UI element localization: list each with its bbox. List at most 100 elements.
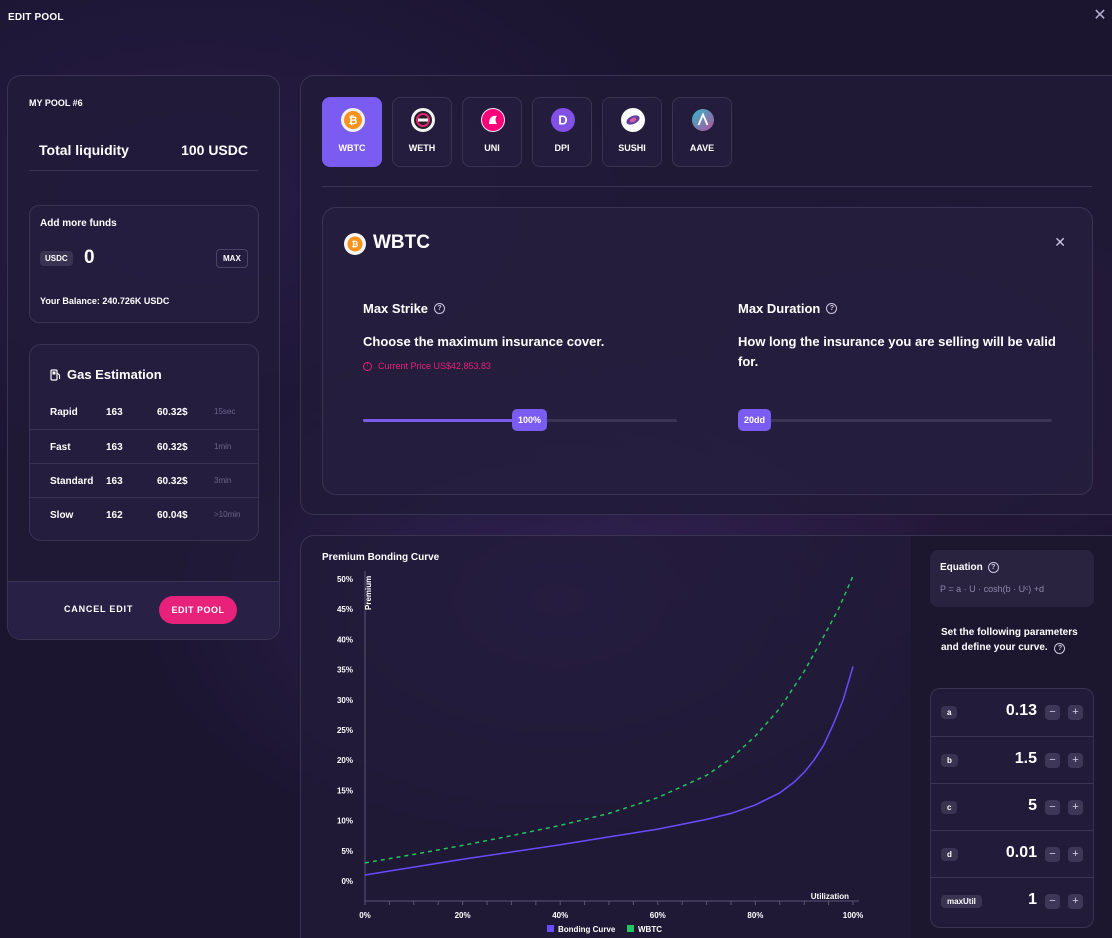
help-icon[interactable]: ? — [987, 562, 999, 573]
max-strike-description: Choose the maximum insurance cover. — [363, 334, 605, 349]
plus-icon[interactable]: + — [1068, 800, 1083, 815]
tab-weth[interactable]: WETH — [392, 97, 452, 167]
pool-name: MY POOL #6 — [29, 98, 83, 108]
minus-icon[interactable]: − — [1045, 705, 1060, 720]
param-row-d: d 0.01 − + — [931, 830, 1093, 877]
uni-icon — [481, 108, 505, 132]
tab-label: SUSHI — [618, 143, 646, 153]
current-price-text: Current Price US$42,853.83 — [378, 361, 492, 371]
footer-actions: CANCEL EDIT EDIT POOL — [8, 581, 279, 639]
cancel-edit-button[interactable]: CANCEL EDIT — [64, 604, 133, 614]
gas-speed: Rapid — [50, 407, 78, 418]
close-icon[interactable]: ✕ — [1054, 234, 1066, 251]
param-name: maxUtil — [941, 895, 982, 908]
x-tick-label: 40% — [552, 911, 568, 920]
param-value[interactable]: 0.01 — [1006, 844, 1037, 862]
fuel-pump-icon — [50, 368, 61, 381]
close-icon[interactable]: ✕ — [1092, 8, 1108, 24]
gas-row-fast[interactable]: Fast 163 60.32$ 1min — [30, 429, 258, 463]
y-tick-label: 40% — [337, 635, 353, 644]
plus-icon[interactable]: + — [1068, 705, 1083, 720]
param-row-a: a 0.13 − + — [931, 689, 1093, 736]
gas-row-slow[interactable]: Slow 162 60.04$ >10min — [30, 497, 258, 531]
total-liquidity-value: 100 USDC — [181, 142, 248, 158]
series-line-bonding-curve — [364, 666, 854, 876]
help-icon[interactable]: ? — [1054, 643, 1066, 654]
max-duration-slider[interactable]: 20dd — [738, 409, 1052, 431]
max-strike-slider[interactable]: 100% — [363, 409, 677, 431]
token-name: WBTC — [373, 232, 430, 253]
tab-label: AAVE — [689, 143, 715, 153]
slider-thumb[interactable]: 20dd — [738, 409, 772, 431]
gas-estimation-box: Gas Estimation Rapid 163 60.32$ 15sec Fa… — [29, 344, 259, 541]
y-tick-label: 15% — [337, 786, 353, 795]
wbtc-icon: ₿ — [344, 233, 366, 255]
slider-fill — [363, 419, 520, 422]
help-icon[interactable]: ? — [826, 303, 838, 314]
plus-icon[interactable]: + — [1068, 753, 1083, 768]
gas-row-standard[interactable]: Standard 163 60.32$ 3min — [30, 463, 258, 497]
x-tick-label: 0% — [359, 911, 371, 920]
bonding-curve-panel: Premium Bonding Curve 0% 5% 10% 15% 20% 25% 30… — [300, 535, 1112, 938]
param-row-b: b 1.5 − + — [931, 736, 1093, 783]
svg-text:D: D — [558, 113, 567, 128]
divider — [29, 170, 258, 171]
max-strike-label: Max Strike — [363, 301, 429, 316]
gas-gwei: 162 — [106, 510, 123, 521]
y-tick-label: 10% — [337, 817, 353, 826]
param-row-c: c 5 − + — [931, 783, 1093, 830]
plus-icon[interactable]: + — [1068, 847, 1083, 862]
y-tick-label: 20% — [337, 756, 353, 765]
y-axis-label: Premium — [364, 576, 373, 610]
legend-label: WBTC — [638, 925, 662, 934]
minus-icon[interactable]: − — [1045, 753, 1060, 768]
param-value[interactable]: 1 — [1028, 891, 1037, 909]
series-line-wbtc — [364, 575, 854, 864]
param-value[interactable]: 0.13 — [1006, 702, 1037, 720]
x-tick-label: 80% — [747, 911, 763, 920]
help-icon[interactable]: ? — [434, 303, 446, 314]
minus-icon[interactable]: − — [1045, 847, 1060, 862]
parameters-box: a 0.13 − + b 1.5 − + c 5 − + d 0.01 − + … — [930, 688, 1094, 928]
max-button[interactable]: MAX — [216, 249, 248, 268]
minus-icon[interactable]: − — [1045, 894, 1060, 909]
max-duration-description: How long the insurance you are selling w… — [738, 334, 1056, 369]
page-title: EDIT POOL — [8, 12, 64, 23]
legend-swatch — [627, 925, 634, 932]
tab-label: WBTC — [338, 143, 366, 153]
legend-label: Bonding Curve — [558, 925, 616, 934]
tab-uni[interactable]: UNI — [462, 97, 522, 167]
y-tick-label: 0% — [341, 877, 353, 886]
bonding-curve-chart: 0% 5% 10% 15% 20% 25% 30% 35% 40% 45% 50% 0% 20% 40% 6… — [337, 571, 863, 934]
tab-sushi[interactable]: SUSHI — [602, 97, 662, 167]
edit-pool-button[interactable]: EDIT POOL — [159, 596, 237, 624]
x-tick-label: 100% — [843, 911, 863, 920]
gas-gwei: 163 — [106, 442, 123, 453]
slider-thumb[interactable]: 100% — [512, 409, 548, 431]
gas-time: 1min — [214, 442, 232, 451]
param-row-maxutil: maxUtil 1 − + — [931, 877, 1093, 924]
funds-amount-input[interactable] — [84, 247, 194, 269]
tab-wbtc[interactable]: ₿ WBTC — [322, 97, 382, 167]
param-name: d — [941, 848, 958, 861]
plus-icon[interactable]: + — [1068, 894, 1083, 909]
y-tick-label: 45% — [337, 605, 353, 614]
sushi-icon — [621, 108, 645, 132]
gas-row-rapid[interactable]: Rapid 163 60.32$ 15sec — [30, 395, 258, 429]
weth-icon — [411, 108, 435, 132]
info-icon: ! — [363, 361, 372, 371]
param-name: a — [941, 706, 958, 719]
param-name: c — [941, 801, 958, 814]
x-tick-label: 20% — [455, 911, 471, 920]
minus-icon[interactable]: − — [1045, 800, 1060, 815]
x-axis-label: Utilization — [811, 892, 849, 901]
pool-summary-panel: MY POOL #6 Total liquidity 100 USDC Add … — [7, 75, 280, 640]
gas-gwei: 163 — [106, 407, 123, 418]
tab-aave[interactable]: AAVE — [672, 97, 732, 167]
parameter-intro: Set the following parameters and define … — [941, 625, 1081, 655]
tab-dpi[interactable]: D DPI — [532, 97, 592, 167]
param-value[interactable]: 5 — [1028, 797, 1037, 815]
current-price-note: ! Current Price US$42,853.83 — [363, 361, 491, 371]
token-detail-card: ₿ WBTC ✕ Max Strike ? Choose the maximum… — [322, 207, 1093, 495]
param-value[interactable]: 1.5 — [1015, 750, 1037, 768]
